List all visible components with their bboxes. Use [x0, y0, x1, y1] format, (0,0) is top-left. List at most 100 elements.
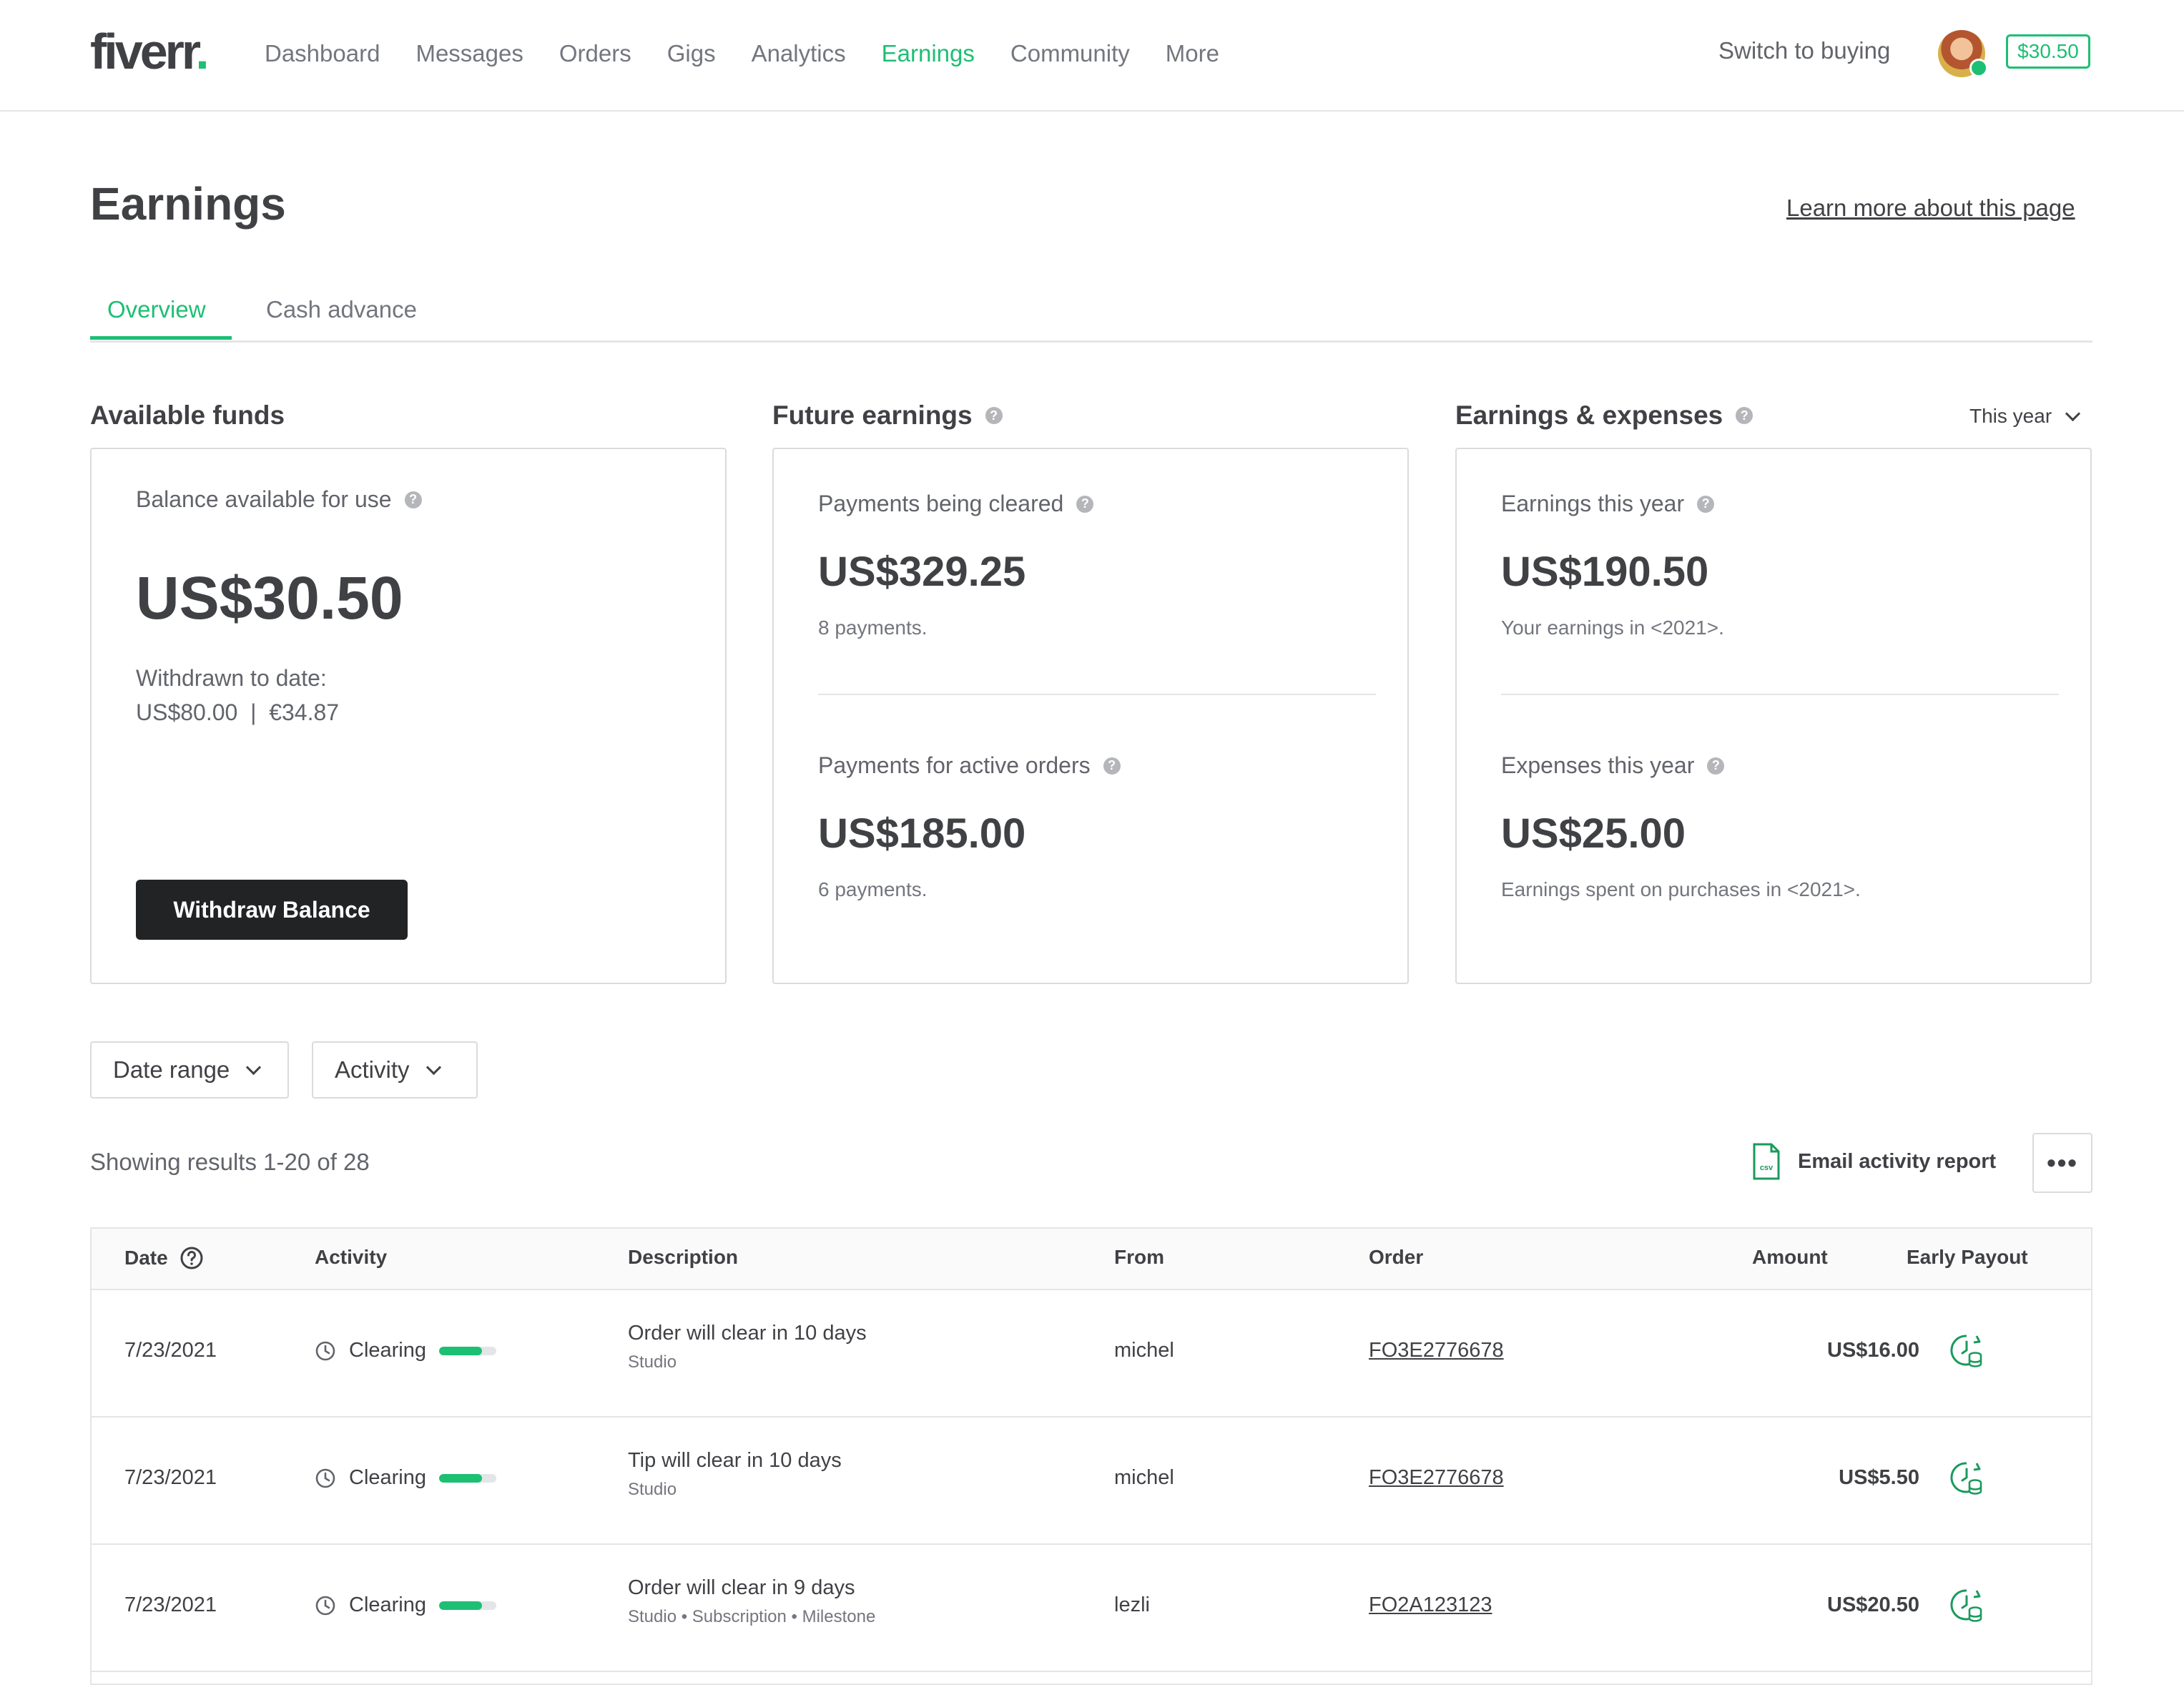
future-earnings-card: Payments being cleared ? US$329.25 8 pay… — [772, 448, 1409, 984]
date-range-filter[interactable]: Date range — [90, 1041, 289, 1099]
period-dropdown[interactable]: This year — [1969, 405, 2078, 428]
row-description: Tip will clear in 10 days Studio — [628, 1449, 842, 1500]
help-icon[interactable]: ? — [1076, 496, 1093, 513]
earnings-this-year-sub: Your earnings in <2021>. — [1501, 616, 1724, 639]
help-icon[interactable]: ? — [985, 407, 1003, 424]
row-amount: US$20.50 — [1748, 1593, 1919, 1617]
help-icon[interactable]: ? — [1736, 407, 1753, 424]
more-options-button[interactable]: ••• — [2032, 1133, 2092, 1193]
table-header: Date Activity Description From Order Amo… — [92, 1229, 2091, 1290]
nav-more[interactable]: More — [1166, 40, 1219, 67]
row-description: Order will clear in 9 days Studio • Subs… — [628, 1576, 875, 1627]
clearing-progress-bar — [439, 1347, 496, 1355]
date-range-filter-label: Date range — [113, 1056, 230, 1084]
nav-dashboard[interactable]: Dashboard — [265, 40, 380, 67]
chevron-down-icon — [426, 1059, 441, 1074]
row-order-link[interactable]: FO3E2776678 — [1369, 1466, 1504, 1490]
row-activity-label: Clearing — [349, 1593, 426, 1617]
clearing-progress-bar — [439, 1474, 496, 1483]
payments-active-amount: US$185.00 — [818, 810, 1025, 858]
row-order-link[interactable]: FO3E2776678 — [1369, 1339, 1504, 1362]
user-avatar[interactable] — [1938, 30, 1985, 77]
nav-orders[interactable]: Orders — [559, 40, 631, 67]
activity-filter[interactable]: Activity — [312, 1041, 478, 1099]
row-from[interactable]: michel — [1114, 1466, 1174, 1490]
early-payout-icon[interactable] — [1948, 1459, 1985, 1496]
fiverr-logo[interactable]: fiverr. — [90, 23, 207, 80]
earnings-this-year-amount: US$190.50 — [1501, 548, 1708, 596]
earnings-expenses-card: Earnings this year ? US$190.50 Your earn… — [1455, 448, 2092, 984]
top-navigation-bar: fiverr. Dashboard Messages Orders Gigs A… — [0, 0, 2184, 112]
th-early-payout[interactable]: Early Payout — [1907, 1246, 2028, 1269]
payments-cleared-amount: US$329.25 — [818, 548, 1025, 596]
question-circle-icon[interactable] — [179, 1246, 204, 1270]
table-row[interactable]: 7/23/2021 Clearing Order will clear in 1… — [92, 1289, 2091, 1418]
th-from[interactable]: From — [1114, 1246, 1164, 1269]
payments-active-label: Payments for active orders ? — [818, 752, 1121, 779]
help-icon[interactable]: ? — [1697, 496, 1714, 513]
future-earnings-heading: Future earnings ? — [772, 401, 1003, 431]
results-count: Showing results 1-20 of 28 — [90, 1149, 370, 1176]
nav-messages[interactable]: Messages — [415, 40, 523, 67]
payments-active-label-text: Payments for active orders — [818, 752, 1091, 779]
tab-overview[interactable]: Overview — [107, 296, 206, 323]
th-order[interactable]: Order — [1369, 1246, 1423, 1269]
csv-icon-text: csv — [1760, 1164, 1774, 1172]
online-status-dot — [1969, 59, 1988, 77]
earnings-this-year-label: Earnings this year ? — [1501, 491, 1714, 517]
row-date: 7/23/2021 — [124, 1339, 217, 1362]
help-icon[interactable]: ? — [1707, 757, 1724, 775]
early-payout-icon[interactable] — [1948, 1332, 1985, 1369]
learn-more-link[interactable]: Learn more about this page — [1786, 195, 2075, 222]
payments-cleared-count: 8 payments. — [818, 616, 928, 639]
expenses-this-year-sub: Earnings spent on purchases in <2021>. — [1501, 878, 1861, 901]
card-divider — [1501, 694, 2059, 695]
th-amount[interactable]: Amount — [1752, 1246, 1828, 1269]
help-icon[interactable]: ? — [1103, 757, 1121, 775]
clearing-progress-fill — [439, 1347, 482, 1355]
withdrawn-values: US$80.00 | €34.87 — [136, 695, 339, 729]
table-row[interactable]: 7/23/2021 Clearing Order will clear in 9… — [92, 1543, 2091, 1672]
th-description[interactable]: Description — [628, 1246, 738, 1269]
available-balance-amount: US$30.50 — [136, 564, 403, 633]
email-activity-report-label: Email activity report — [1798, 1150, 1996, 1174]
nav-earnings[interactable]: Earnings — [882, 40, 975, 67]
logo-dot: . — [195, 24, 206, 79]
tab-cash-advance[interactable]: Cash advance — [266, 296, 417, 323]
expenses-this-year-label: Expenses this year ? — [1501, 752, 1724, 779]
row-activity-label: Clearing — [349, 1466, 426, 1490]
th-date[interactable]: Date — [124, 1246, 204, 1270]
nav-community[interactable]: Community — [1010, 40, 1130, 67]
payments-cleared-label: Payments being cleared ? — [818, 491, 1093, 517]
available-funds-heading-text: Available funds — [90, 401, 285, 431]
earnings-this-year-label-text: Earnings this year — [1501, 491, 1684, 517]
row-date: 7/23/2021 — [124, 1466, 217, 1490]
early-payout-icon[interactable] — [1948, 1586, 1985, 1623]
row-description-tags: Studio — [628, 1480, 842, 1500]
table-row[interactable]: 7/23/2021 Clearing Tip will clear in 10 … — [92, 1416, 2091, 1545]
row-description-text: Tip will clear in 10 days — [628, 1449, 842, 1473]
activity-table: Date Activity Description From Order Amo… — [90, 1227, 2092, 1685]
row-description-tags: Studio • Subscription • Milestone — [628, 1607, 875, 1627]
row-from[interactable]: lezli — [1114, 1593, 1150, 1617]
switch-to-buying-link[interactable]: Switch to buying — [1718, 37, 1890, 64]
nav-analytics[interactable]: Analytics — [752, 40, 846, 67]
help-icon[interactable]: ? — [405, 491, 422, 509]
withdraw-balance-button[interactable]: Withdraw Balance — [136, 880, 408, 940]
chevron-down-icon — [2065, 406, 2080, 421]
row-activity: Clearing — [315, 1339, 496, 1362]
future-earnings-heading-text: Future earnings — [772, 401, 973, 431]
nav-gigs[interactable]: Gigs — [667, 40, 716, 67]
card-divider — [818, 694, 1376, 695]
th-activity[interactable]: Activity — [315, 1246, 387, 1269]
payments-active-count: 6 payments. — [818, 878, 928, 901]
clearing-progress-bar — [439, 1601, 496, 1610]
available-funds-card: Balance available for use ? US$30.50 Wit… — [90, 448, 727, 984]
balance-available-label-text: Balance available for use — [136, 486, 392, 513]
balance-badge[interactable]: $30.50 — [2006, 34, 2090, 69]
row-order-link[interactable]: FO2A123123 — [1369, 1593, 1492, 1617]
clearing-progress-fill — [439, 1601, 482, 1610]
email-activity-report-button[interactable]: csv Email activity report — [1752, 1143, 1996, 1180]
row-from[interactable]: michel — [1114, 1339, 1174, 1362]
clock-icon — [315, 1595, 336, 1616]
